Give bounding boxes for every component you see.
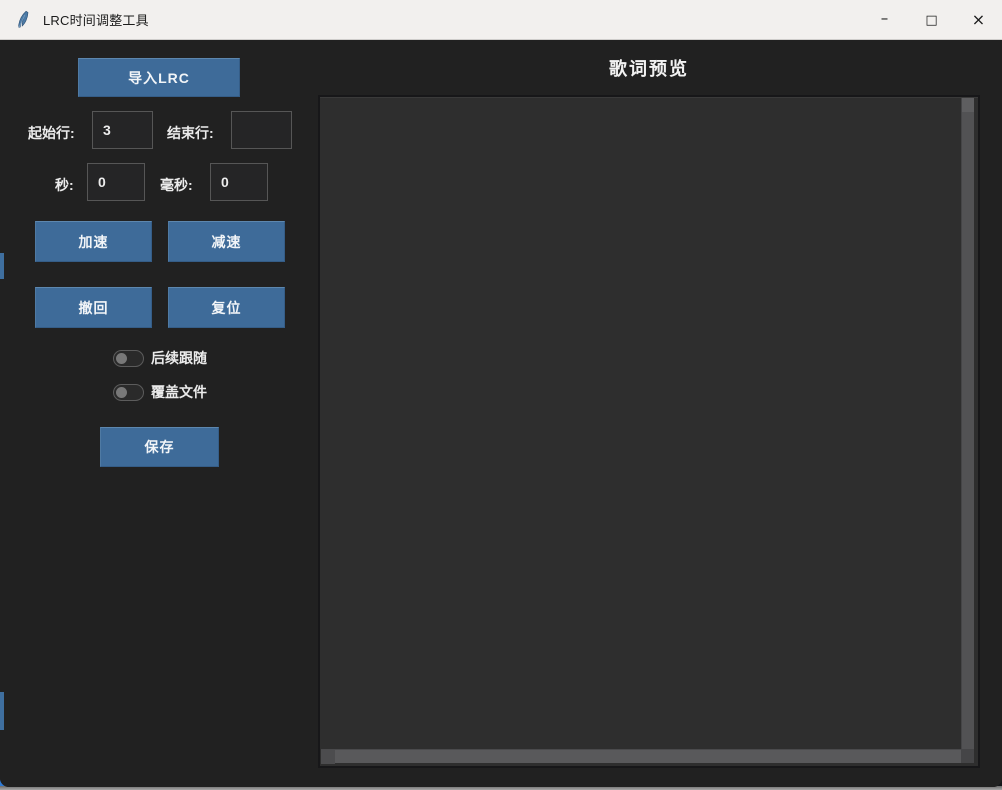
start-line-label: 起始行: <box>28 123 75 143</box>
end-line-input[interactable] <box>231 111 292 149</box>
app-window: LRC时间调整工具 – □ × 导入LRC 起始行: 结束行: <box>0 0 1002 787</box>
overwrite-toggle[interactable] <box>113 384 144 401</box>
scrollbar-corner <box>961 749 974 763</box>
toggle-knob <box>116 387 127 398</box>
textarea-top-edge <box>320 97 978 98</box>
follow-toggle-label: 后续跟随 <box>151 348 207 368</box>
feather-app-icon <box>14 10 34 30</box>
overwrite-toggle-label: 覆盖文件 <box>151 382 207 402</box>
maximize-icon: □ <box>925 14 937 27</box>
milliseconds-label: 毫秒: <box>160 175 193 195</box>
reset-button[interactable]: 复位 <box>168 287 285 328</box>
accelerate-button[interactable]: 加速 <box>35 221 152 262</box>
window-title: LRC时间调整工具 <box>43 10 149 29</box>
follow-toggle[interactable] <box>113 350 144 367</box>
scrollbar-thumb-edge <box>962 98 974 112</box>
preview-title: 歌词预览 <box>318 55 980 81</box>
undo-button[interactable]: 撤回 <box>35 287 152 328</box>
seconds-input[interactable] <box>87 163 145 201</box>
close-icon: × <box>972 12 985 28</box>
toggle-knob <box>116 353 127 364</box>
titlebar: LRC时间调整工具 – □ × <box>0 0 1002 40</box>
start-line-input[interactable] <box>92 111 153 149</box>
end-line-label: 结束行: <box>167 123 214 143</box>
close-button[interactable]: × <box>955 0 1002 40</box>
save-button[interactable]: 保存 <box>100 427 219 467</box>
vertical-scrollbar[interactable] <box>961 98 974 749</box>
window-controls: – □ × <box>861 0 1002 40</box>
minimize-button[interactable]: – <box>861 0 908 40</box>
scrollbar-left-block <box>321 750 335 764</box>
minimize-icon: – <box>881 11 889 26</box>
overwrite-toggle-row: 覆盖文件 <box>113 382 207 402</box>
desktop-sliver <box>0 692 4 730</box>
milliseconds-input[interactable] <box>210 163 268 201</box>
follow-toggle-row: 后续跟随 <box>113 348 207 368</box>
screen: LRC时间调整工具 – □ × 导入LRC 起始行: 结束行: <box>0 0 1002 790</box>
maximize-button[interactable]: □ <box>908 0 955 40</box>
import-lrc-button[interactable]: 导入LRC <box>78 58 240 97</box>
decelerate-button[interactable]: 减速 <box>168 221 285 262</box>
horizontal-scrollbar[interactable] <box>321 749 961 763</box>
seconds-label: 秒: <box>55 175 74 195</box>
desktop-sliver <box>0 253 4 279</box>
main-area: 导入LRC 起始行: 结束行: 秒: 毫秒: 加速 减速 撤回 复位 后续跟随 <box>0 40 1002 787</box>
lyrics-preview-area[interactable] <box>318 95 980 768</box>
